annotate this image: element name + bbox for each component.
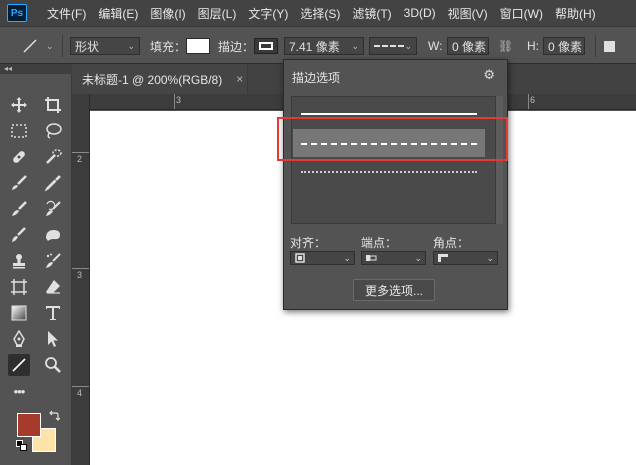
clone-brush-tool-icon[interactable] bbox=[8, 198, 30, 220]
ruler-label: 6 bbox=[530, 95, 536, 105]
gradient-tool-icon[interactable] bbox=[8, 302, 30, 324]
menu-3d[interactable]: 3D(D) bbox=[398, 6, 442, 20]
chevron-down-icon: ⌄ bbox=[127, 40, 135, 51]
stroke-swatch[interactable] bbox=[254, 36, 278, 56]
eyedropper-tool-icon[interactable] bbox=[42, 172, 64, 194]
align-label: 对齐： bbox=[290, 236, 327, 250]
marquee-tool-icon[interactable] bbox=[8, 120, 30, 142]
more-options-button[interactable]: 更多选项... bbox=[353, 279, 435, 301]
path-selection-tool-icon[interactable] bbox=[42, 328, 64, 350]
artboard-tool-icon[interactable] bbox=[8, 276, 30, 298]
panel-title: 描边选项 bbox=[292, 71, 341, 85]
stroke-width-value: 7.41 像素 bbox=[289, 39, 340, 54]
paint-brush-tool-icon[interactable] bbox=[8, 224, 30, 246]
fill-swatch[interactable] bbox=[186, 36, 210, 56]
line-tool-icon bbox=[23, 39, 37, 53]
panel-collapse-button[interactable]: ◂◂ bbox=[0, 64, 72, 74]
menu-file[interactable]: 文件(F) bbox=[41, 5, 92, 22]
cap-butt-icon bbox=[366, 255, 377, 261]
close-icon[interactable]: × bbox=[236, 72, 243, 86]
stroke-width-field[interactable]: 7.41 像素 ⌄ bbox=[284, 36, 364, 56]
path-operations-icon[interactable] bbox=[604, 36, 615, 56]
tool-preset-picker[interactable]: ⌄ bbox=[20, 36, 54, 56]
chevron-down-icon: ⌄ bbox=[343, 252, 351, 263]
ruler-label: 2 bbox=[77, 154, 83, 164]
document-tab[interactable]: 未标题-1 @ 200%(RGB/8) × bbox=[72, 64, 248, 94]
chevron-down-icon: ⌄ bbox=[486, 252, 494, 263]
selection-highlight bbox=[277, 117, 508, 161]
stamp-tool-icon[interactable] bbox=[8, 250, 30, 272]
foreground-color-swatch[interactable] bbox=[17, 413, 41, 437]
fill-label: 填充： bbox=[150, 39, 187, 54]
quick-selection-tool-icon[interactable] bbox=[42, 146, 64, 168]
stroke-type-select[interactable]: ⌄ bbox=[369, 36, 417, 56]
caps-select[interactable]: ⌄ bbox=[361, 251, 426, 265]
mode-select[interactable]: 形状 ⌄ bbox=[70, 36, 140, 56]
caps-label: 端点： bbox=[361, 236, 398, 250]
link-icon[interactable]: ⛓ bbox=[498, 36, 513, 56]
menu-filter[interactable]: 滤镜(T) bbox=[346, 5, 397, 22]
ruler-label: 3 bbox=[77, 270, 83, 280]
menu-view[interactable]: 视图(V) bbox=[442, 5, 494, 22]
menu-type[interactable]: 文字(Y) bbox=[242, 5, 294, 22]
document-tab-title: 未标题-1 @ 200%(RGB/8) bbox=[82, 72, 223, 87]
h-label: H: bbox=[527, 39, 539, 53]
align-select[interactable]: ⌄ bbox=[290, 251, 355, 265]
chevron-down-icon: ⌄ bbox=[351, 40, 359, 51]
stroke-label: 描边： bbox=[218, 39, 255, 54]
menu-edit[interactable]: 编辑(E) bbox=[92, 5, 144, 22]
eraser-tool-icon[interactable] bbox=[42, 276, 64, 298]
h-value: 0 像素 bbox=[548, 39, 583, 54]
chevron-down-icon: ⌄ bbox=[404, 40, 412, 51]
menu-select[interactable]: 选择(S) bbox=[294, 5, 346, 22]
gear-icon[interactable]: ⚙ bbox=[483, 67, 495, 83]
zoom-tool-icon[interactable] bbox=[42, 354, 64, 376]
chevron-down-icon: ⌄ bbox=[414, 252, 422, 263]
ruler-left: 2 3 4 bbox=[72, 94, 90, 465]
corners-label: 角点： bbox=[433, 236, 470, 250]
mode-value: 形状 bbox=[75, 39, 100, 54]
brush-tool-icon[interactable] bbox=[8, 172, 30, 194]
chevron-down-icon: ⌄ bbox=[46, 40, 54, 51]
corner-miter-icon bbox=[438, 254, 448, 262]
lasso-tool-icon[interactable] bbox=[42, 120, 64, 142]
line-tool-icon[interactable] bbox=[8, 354, 30, 376]
spot-healing-tool-icon[interactable] bbox=[8, 146, 30, 168]
default-colors-icon[interactable] bbox=[16, 440, 28, 452]
stroke-type-dotted[interactable] bbox=[293, 157, 485, 185]
move-tool-icon[interactable] bbox=[8, 94, 30, 116]
menu-help[interactable]: 帮助(H) bbox=[549, 5, 602, 22]
align-inside-icon bbox=[295, 253, 305, 263]
mixer-brush-tool-icon[interactable] bbox=[42, 250, 64, 272]
ruler-label: 4 bbox=[77, 388, 83, 398]
history-brush-tool-icon[interactable] bbox=[42, 198, 64, 220]
w-value: 0 像素 bbox=[452, 39, 487, 54]
menu-image[interactable]: 图像(I) bbox=[144, 5, 191, 22]
menu-bar: Ps 文件(F) 编辑(E) 图像(I) 图层(L) 文字(Y) 选择(S) 滤… bbox=[0, 0, 636, 26]
swap-colors-icon[interactable] bbox=[48, 410, 61, 422]
stroke-options-panel: 描边选项 ⚙ bbox=[283, 59, 508, 310]
corners-select[interactable]: ⌄ bbox=[433, 251, 498, 265]
ruler-label: 3 bbox=[176, 95, 182, 105]
crop-tool-icon[interactable] bbox=[42, 94, 64, 116]
smudge-tool-icon[interactable] bbox=[42, 224, 64, 246]
menu-layer[interactable]: 图层(L) bbox=[192, 5, 243, 22]
h-field[interactable]: 0 像素 bbox=[543, 36, 585, 56]
menu-window[interactable]: 窗口(W) bbox=[494, 5, 549, 22]
type-tool-icon[interactable] bbox=[42, 302, 64, 324]
w-label: W: bbox=[428, 39, 443, 53]
more-tools-icon[interactable]: ••• bbox=[8, 380, 30, 402]
w-field[interactable]: 0 像素 bbox=[447, 36, 489, 56]
tools-panel: ••• bbox=[0, 74, 72, 465]
photoshop-logo-icon: Ps bbox=[7, 4, 27, 22]
pen-tool-icon[interactable] bbox=[8, 328, 30, 350]
